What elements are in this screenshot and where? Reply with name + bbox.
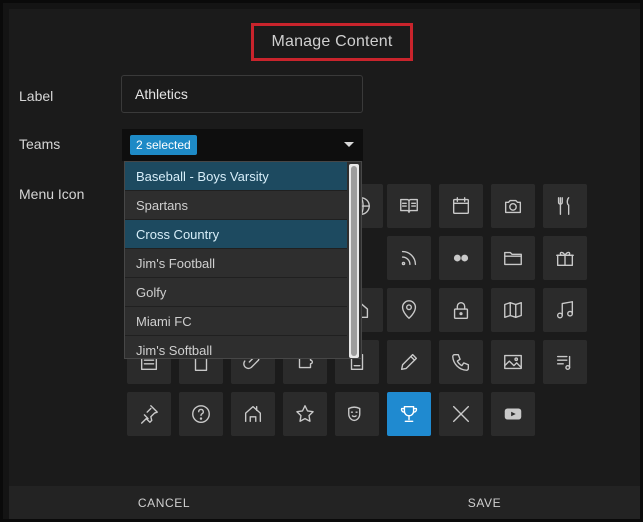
music-list-icon[interactable] — [543, 340, 587, 384]
scrollbar-thumb[interactable] — [351, 166, 357, 356]
caret-down-icon[interactable] — [344, 142, 354, 147]
title-highlight: Manage Content — [251, 23, 413, 61]
school-icon[interactable] — [231, 392, 275, 436]
folder-icon[interactable] — [491, 236, 535, 280]
pencil-icon[interactable] — [387, 340, 431, 384]
list-item[interactable]: Baseball - Boys Varsity — [125, 162, 347, 191]
phone-icon[interactable] — [439, 340, 483, 384]
label-input-value: Athletics — [135, 86, 188, 102]
trophy-icon[interactable] — [387, 392, 431, 436]
list-item[interactable]: Cross Country — [125, 220, 347, 249]
modal-title: Manage Content — [271, 33, 393, 50]
teams-caption: Teams — [19, 136, 61, 152]
list-item[interactable]: Jim's Softball — [125, 336, 347, 358]
book-icon[interactable] — [387, 184, 431, 228]
label-input[interactable]: Athletics — [121, 75, 363, 113]
teams-dropdown-list: Baseball - Boys Varsity Spartans Cross C… — [124, 161, 362, 359]
cancel-button[interactable]: CANCEL — [9, 486, 319, 519]
window-frame: Manage Content Label Athletics Teams 2 s… — [0, 0, 643, 522]
teams-selected-chip: 2 selected — [130, 135, 197, 155]
image-icon[interactable] — [491, 340, 535, 384]
theater-masks-icon[interactable] — [335, 392, 379, 436]
list-item[interactable]: Jim's Football — [125, 249, 347, 278]
label-caption: Label — [19, 88, 54, 104]
save-button[interactable]: SAVE — [329, 486, 640, 519]
manage-content-modal: Manage Content Label Athletics Teams 2 s… — [9, 9, 640, 519]
x-logo-icon[interactable] — [439, 392, 483, 436]
teams-select[interactable]: 2 selected — [122, 129, 363, 161]
calendar-icon[interactable] — [439, 184, 483, 228]
utensils-icon[interactable] — [543, 184, 587, 228]
rss-icon[interactable] — [387, 236, 431, 280]
dots-icon[interactable] — [439, 236, 483, 280]
camera-icon[interactable] — [491, 184, 535, 228]
map-icon[interactable] — [491, 288, 535, 332]
modal-footer: CANCEL SAVE — [9, 486, 640, 519]
gift-icon[interactable] — [543, 236, 587, 280]
star-icon[interactable] — [283, 392, 327, 436]
menu-icon-caption: Menu Icon — [19, 186, 85, 202]
youtube-icon[interactable] — [491, 392, 535, 436]
pin-icon[interactable] — [127, 392, 171, 436]
help-icon[interactable] — [179, 392, 223, 436]
list-item[interactable]: Spartans — [125, 191, 347, 220]
list-item[interactable]: Golfy — [125, 278, 347, 307]
music-note-icon[interactable] — [543, 288, 587, 332]
dropdown-scrollbar[interactable] — [349, 164, 359, 358]
lock-icon[interactable] — [439, 288, 483, 332]
list-item[interactable]: Miami FC — [125, 307, 347, 336]
map-pin-icon[interactable] — [387, 288, 431, 332]
